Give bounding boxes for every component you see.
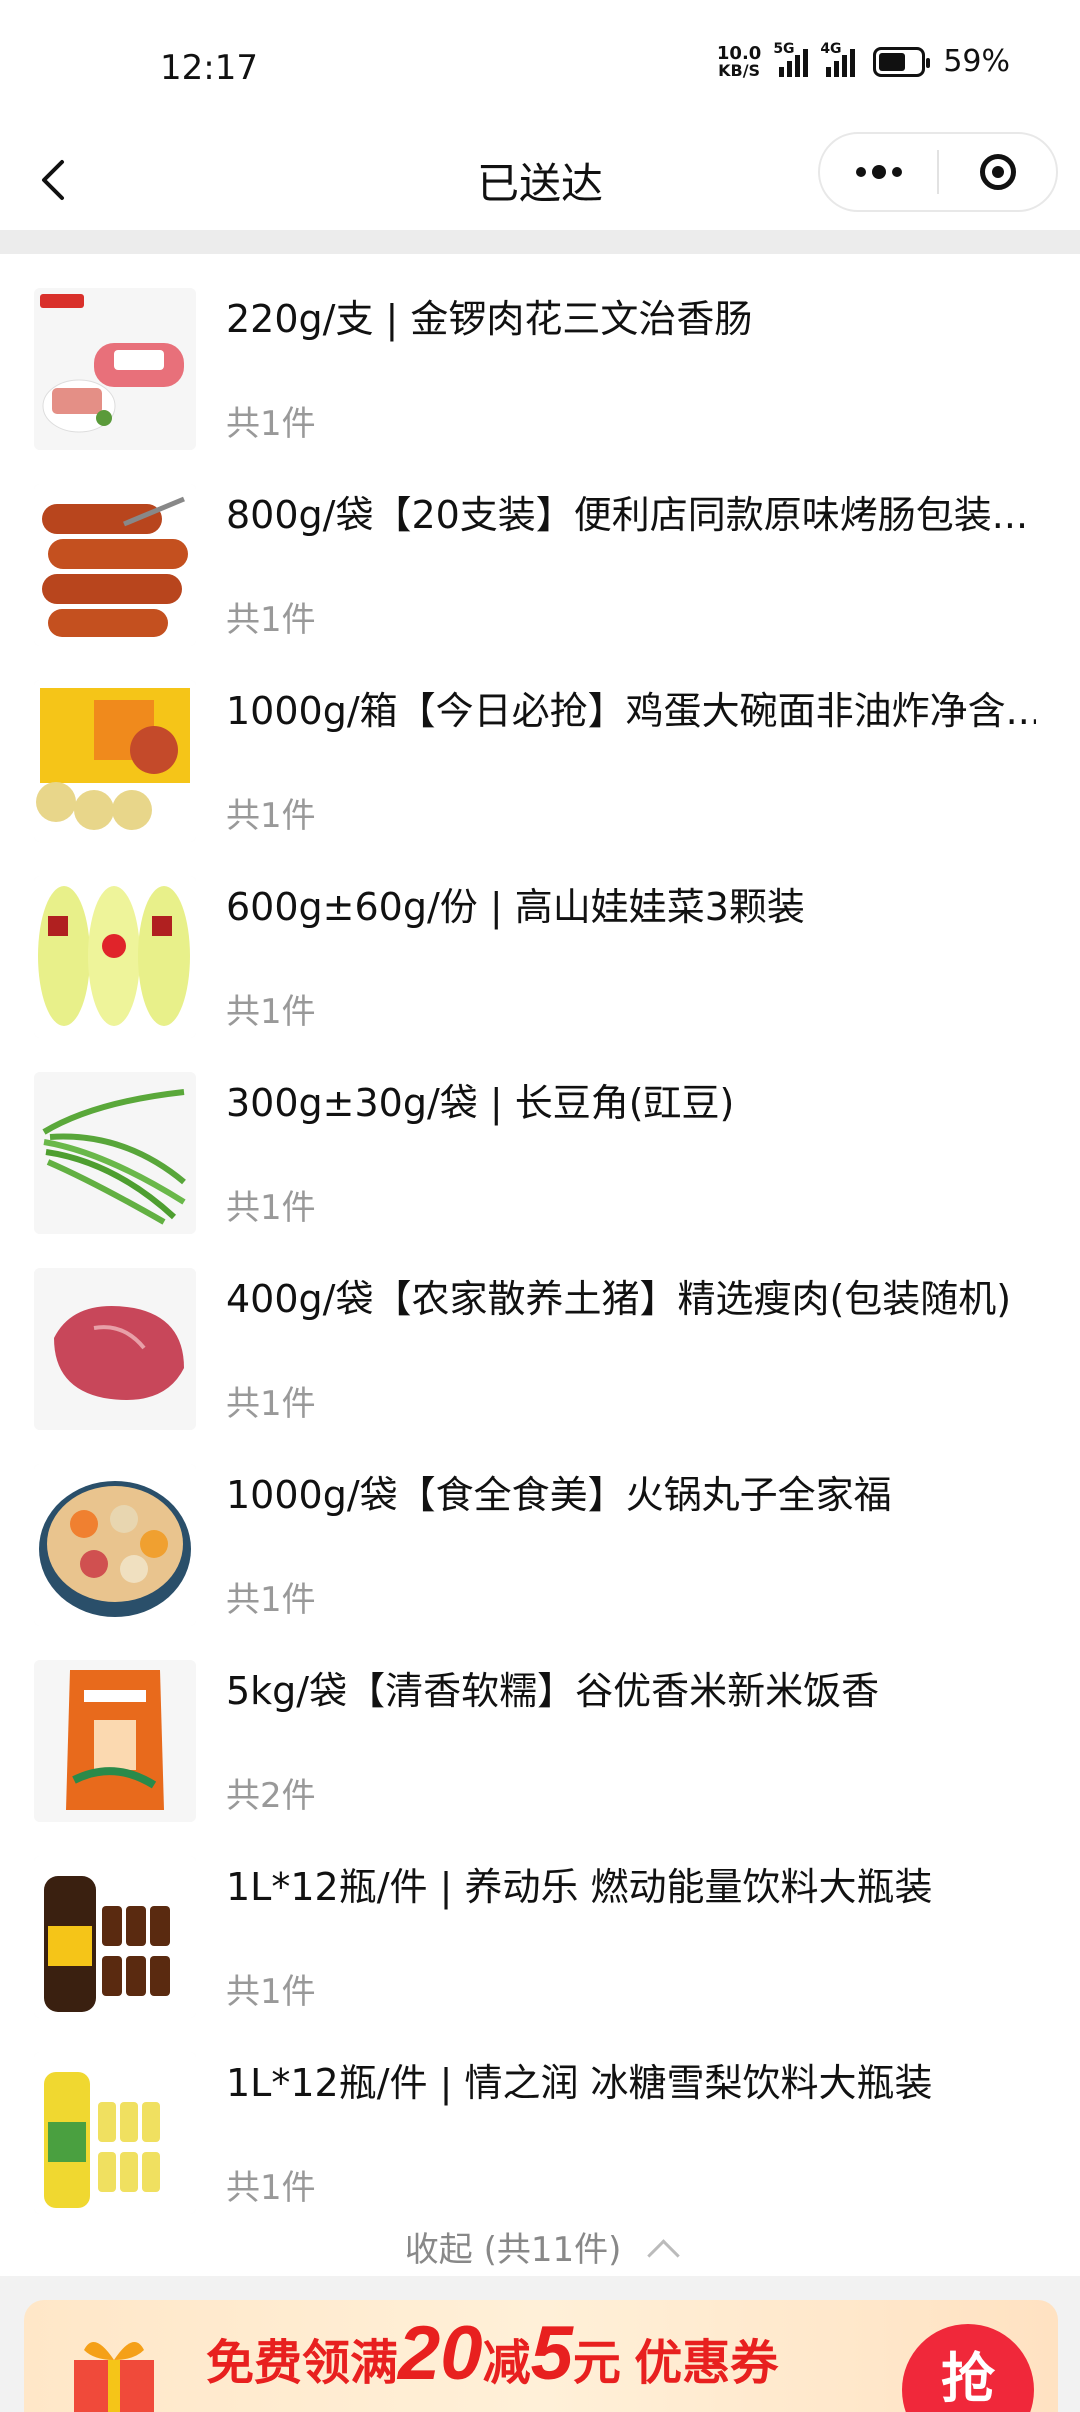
coupon-text: 免费领满20减5元 优惠券 xyxy=(206,2310,778,2397)
product-title: 400g/袋【农家散养土猪】精选瘦肉(包装随机) xyxy=(226,1277,1012,1321)
collapse-label: 收起 (共11件) xyxy=(404,2230,622,2270)
hotpot-balls-thumbnail xyxy=(34,1464,196,1626)
energy-drink-thumbnail xyxy=(34,1856,196,2018)
coupon-suffix: 元 优惠券 xyxy=(572,2337,779,2390)
collapse-list-button[interactable]: 收起 (共11件) xyxy=(0,2222,1080,2272)
section-divider xyxy=(0,230,1080,254)
coupon-threshold: 20 xyxy=(398,2311,483,2396)
long-beans-thumbnail xyxy=(34,1072,196,1234)
status-icons: 10.0 KB/S 5G 4G 59% xyxy=(716,41,1010,80)
product-title: 300g±30g/袋 | 长豆角(豇豆) xyxy=(226,1081,735,1125)
product-quantity: 共1件 xyxy=(226,1972,316,2012)
product-title: 1000g/袋【食全食美】火锅丸子全家福 xyxy=(226,1473,892,1517)
list-item[interactable]: 300g±30g/袋 | 长豆角(豇豆) 共1件 xyxy=(0,1038,1080,1234)
product-title: 5kg/袋【清香软糯】谷优香米新米饭香 xyxy=(226,1669,880,1713)
signal-4g-icon: 4G xyxy=(820,41,856,77)
product-quantity: 共1件 xyxy=(226,2168,316,2208)
product-quantity: 共1件 xyxy=(226,404,316,444)
grab-coupon-button[interactable]: 抢 xyxy=(902,2324,1034,2412)
baby-cabbage-thumbnail xyxy=(34,876,196,1038)
coupon-banner[interactable]: 免费领满20减5元 优惠券 抢 xyxy=(24,2300,1058,2412)
list-item[interactable]: 1000g/箱【今日必抢】鸡蛋大碗面非油炸净含... 共1件 xyxy=(0,646,1080,842)
product-quantity: 共2件 xyxy=(226,1776,316,1816)
signal-5g-label: 5G xyxy=(773,40,795,57)
target-circle-icon xyxy=(979,154,1016,190)
product-quantity: 共1件 xyxy=(226,600,316,640)
more-dots-icon xyxy=(855,165,902,179)
product-title: 1L*12瓶/件 | 情之润 冰糖雪梨饮料大瓶装 xyxy=(226,2061,933,2105)
rice-bag-thumbnail xyxy=(34,1660,196,1822)
pear-drink-thumbnail xyxy=(34,2052,196,2214)
net-speed: 10.0 KB/S xyxy=(716,42,762,80)
battery-percent: 59% xyxy=(943,44,1010,79)
lean-pork-thumbnail xyxy=(34,1268,196,1430)
chevron-up-icon xyxy=(647,2239,680,2272)
close-mini-program-button[interactable] xyxy=(939,134,1056,210)
net-speed-unit: KB/S xyxy=(718,60,761,80)
status-time: 12:17 xyxy=(160,48,258,88)
coupon-discount: 5 xyxy=(530,2311,573,2396)
net-speed-value: 10.0 xyxy=(716,42,762,64)
product-quantity: 共1件 xyxy=(226,992,316,1032)
product-quantity: 共1件 xyxy=(226,796,316,836)
egg-noodle-box-thumbnail xyxy=(34,680,196,842)
list-item[interactable]: 600g±60g/份 | 高山娃娃菜3颗装 共1件 xyxy=(0,842,1080,1038)
product-quantity: 共1件 xyxy=(226,1188,316,1228)
more-button[interactable] xyxy=(820,134,937,210)
gift-box-icon xyxy=(54,2320,174,2412)
list-item[interactable]: 220g/支 | 金锣肉花三文治香肠 共1件 xyxy=(0,254,1080,450)
product-title: 600g±60g/份 | 高山娃娃菜3颗装 xyxy=(226,885,805,929)
list-item[interactable]: 1L*12瓶/件 | 养动乐 燃动能量饮料大瓶装 共1件 xyxy=(0,1822,1080,2018)
nav-bar: 已送达 xyxy=(0,130,1080,230)
signal-4g-label: 4G xyxy=(820,40,842,57)
signal-5g-icon: 5G xyxy=(773,41,809,77)
coupon-mid: 减 xyxy=(482,2337,531,2390)
list-item[interactable]: 5kg/袋【清香软糯】谷优香米新米饭香 共2件 xyxy=(0,1626,1080,1822)
ham-sausage-thumbnail xyxy=(34,288,196,450)
product-title: 220g/支 | 金锣肉花三文治香肠 xyxy=(226,297,753,341)
status-bar: 12:17 10.0 KB/S 5G 4G 59% xyxy=(0,0,1080,130)
product-quantity: 共1件 xyxy=(226,1384,316,1424)
battery-icon xyxy=(873,46,931,77)
list-item[interactable]: 1L*12瓶/件 | 情之润 冰糖雪梨饮料大瓶装 共1件 xyxy=(0,2018,1080,2214)
list-item[interactable]: 1000g/袋【食全食美】火锅丸子全家福 共1件 xyxy=(0,1430,1080,1626)
product-title: 1L*12瓶/件 | 养动乐 燃动能量饮料大瓶装 xyxy=(226,1865,933,1909)
grilled-sausage-thumbnail xyxy=(34,484,196,646)
product-title: 1000g/箱【今日必抢】鸡蛋大碗面非油炸净含... xyxy=(226,689,1036,733)
coupon-prefix: 免费领满 xyxy=(206,2337,399,2390)
product-quantity: 共1件 xyxy=(226,1580,316,1620)
mini-program-capsule xyxy=(818,132,1058,212)
list-item[interactable]: 400g/袋【农家散养土猪】精选瘦肉(包装随机) 共1件 xyxy=(0,1234,1080,1430)
product-title: 800g/袋【20支装】便利店同款原味烤肠包装... xyxy=(226,493,1029,537)
list-item[interactable]: 800g/袋【20支装】便利店同款原味烤肠包装... 共1件 xyxy=(0,450,1080,646)
